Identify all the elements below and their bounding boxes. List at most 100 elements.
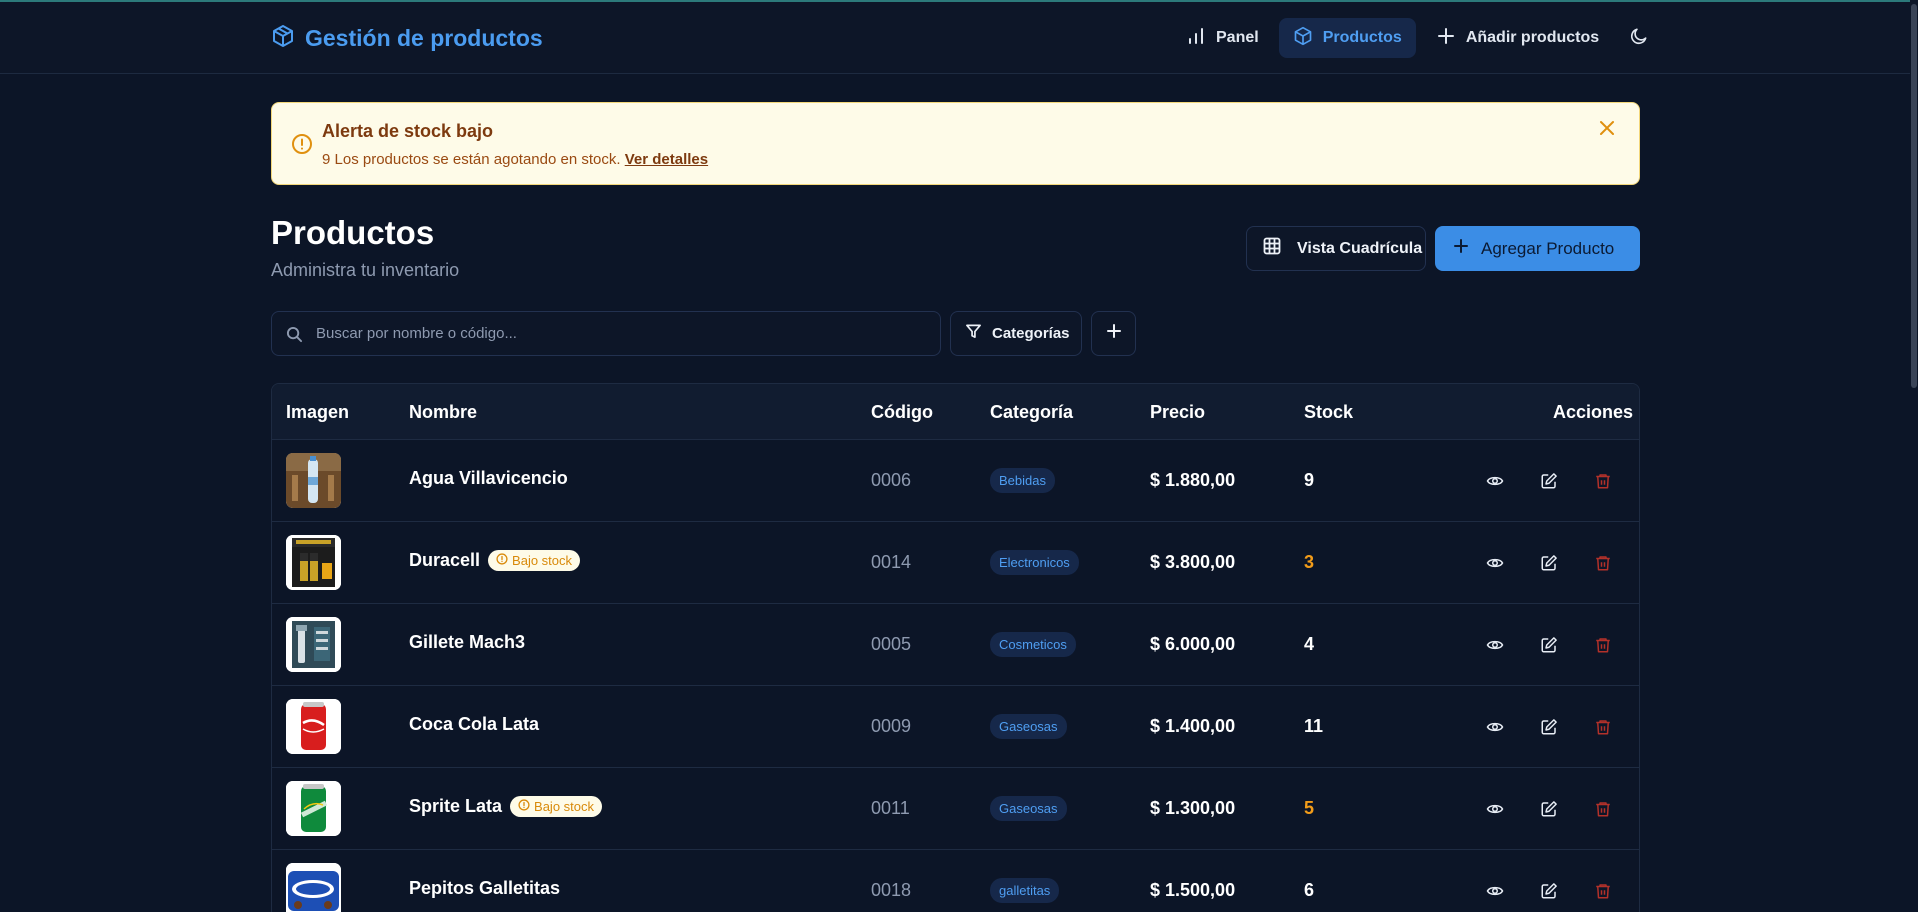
product-price: $ 1.300,00 bbox=[1150, 798, 1236, 818]
trash-icon[interactable] bbox=[1590, 632, 1616, 658]
header-actions: Acciones bbox=[1553, 402, 1634, 422]
header-stock: Stock bbox=[1304, 402, 1354, 422]
product-code: 0011 bbox=[871, 798, 910, 818]
header-price: Precio bbox=[1150, 402, 1206, 422]
product-image-water bbox=[286, 453, 341, 508]
header-image: Imagen bbox=[286, 402, 350, 422]
product-image-gillette bbox=[286, 617, 341, 672]
eye-icon[interactable] bbox=[1482, 796, 1508, 822]
trash-icon[interactable] bbox=[1590, 878, 1616, 904]
plus-icon bbox=[1453, 238, 1469, 259]
alert-title: Alerta de stock bajo bbox=[322, 121, 494, 141]
edit-icon[interactable] bbox=[1536, 878, 1562, 904]
product-image-duracell bbox=[286, 535, 341, 590]
category-badge: galletitas bbox=[990, 878, 1060, 903]
product-price: $ 3.800,00 bbox=[1150, 552, 1236, 572]
product-price: $ 1.500,00 bbox=[1150, 880, 1236, 900]
scrollbar-thumb[interactable] bbox=[1911, 4, 1917, 388]
grid-icon bbox=[1263, 237, 1281, 260]
search-icon bbox=[286, 326, 303, 348]
edit-icon[interactable] bbox=[1536, 632, 1562, 658]
search-input[interactable] bbox=[316, 312, 926, 355]
table-row: Coca Cola Lata 0009 Gaseosas $ 1.400,00 … bbox=[272, 686, 1639, 768]
filter-icon bbox=[965, 323, 982, 344]
product-stock: 9 bbox=[1304, 470, 1315, 490]
product-name-text: Pepitos Galletitas bbox=[409, 878, 561, 898]
nav-link-panel[interactable]: Panel bbox=[1172, 18, 1273, 58]
eye-icon[interactable] bbox=[1482, 550, 1508, 576]
trash-icon[interactable] bbox=[1590, 796, 1616, 822]
product-price: $ 1.400,00 bbox=[1150, 716, 1236, 736]
package-icon bbox=[1293, 26, 1313, 51]
moon-icon bbox=[1629, 26, 1649, 51]
product-price: $ 1.880,00 bbox=[1150, 470, 1236, 490]
edit-icon[interactable] bbox=[1536, 468, 1562, 494]
product-name: Agua Villavicencio bbox=[409, 468, 568, 489]
low-stock-badge-label: Bajo stock bbox=[534, 799, 595, 814]
edit-icon[interactable] bbox=[1536, 796, 1562, 822]
product-name-text: Gillete Mach3 bbox=[409, 632, 526, 652]
nav-link-productos[interactable]: Productos bbox=[1278, 18, 1416, 58]
close-icon[interactable] bbox=[1598, 119, 1616, 142]
product-name-text: Agua Villavicencio bbox=[409, 468, 568, 488]
bar-chart-icon bbox=[1186, 26, 1206, 51]
product-name-text: Duracell bbox=[409, 550, 481, 570]
plus-icon bbox=[1436, 26, 1456, 51]
category-badge: Gaseosas bbox=[990, 714, 1067, 739]
product-image-sprite bbox=[286, 781, 341, 836]
product-stock: 4 bbox=[1304, 634, 1315, 654]
product-name-text: Coca Cola Lata bbox=[409, 714, 540, 734]
header-name: Nombre bbox=[409, 402, 478, 422]
alert-circle-icon bbox=[291, 133, 313, 160]
trash-icon[interactable] bbox=[1590, 468, 1616, 494]
table-header: Imagen Nombre Código Categoría Precio St… bbox=[272, 384, 1639, 440]
nav-link-label: Añadir productos bbox=[1465, 29, 1600, 46]
nav-link-label: Panel bbox=[1216, 29, 1259, 46]
product-stock: 6 bbox=[1304, 880, 1315, 900]
table-row: Duracell Bajo stock 0014 Electronicos $ … bbox=[272, 522, 1639, 604]
category-badge: Bebidas bbox=[990, 468, 1055, 493]
low-stock-badge-label: Bajo stock bbox=[512, 553, 573, 568]
edit-icon[interactable] bbox=[1536, 714, 1562, 740]
category-badge: Cosmeticos bbox=[990, 632, 1076, 657]
product-price: $ 6.000,00 bbox=[1150, 634, 1236, 654]
grid-view-label: Vista Cuadrícula bbox=[1297, 239, 1423, 257]
product-name: Coca Cola Lata bbox=[409, 714, 539, 735]
theme-toggle-button[interactable] bbox=[1619, 18, 1659, 58]
eye-icon[interactable] bbox=[1482, 632, 1508, 658]
product-name: Duracell Bajo stock bbox=[409, 550, 581, 571]
product-code: 0009 bbox=[871, 716, 912, 736]
eye-icon[interactable] bbox=[1482, 714, 1508, 740]
package-icon bbox=[271, 24, 295, 53]
edit-icon[interactable] bbox=[1536, 550, 1562, 576]
product-code: 0005 bbox=[871, 634, 912, 654]
product-name: Pepitos Galletitas bbox=[409, 878, 560, 899]
brand[interactable]: Gestión de productos bbox=[271, 24, 543, 53]
alert-circle-icon bbox=[496, 553, 508, 568]
product-stock: 3 bbox=[1304, 552, 1315, 572]
eye-icon[interactable] bbox=[1482, 468, 1508, 494]
nav-link-add-products[interactable]: Añadir productos bbox=[1422, 18, 1613, 58]
search-box bbox=[271, 311, 941, 356]
low-stock-badge: Bajo stock bbox=[510, 796, 603, 817]
add-product-button[interactable]: Agregar Producto bbox=[1435, 226, 1640, 271]
trash-icon[interactable] bbox=[1590, 714, 1616, 740]
product-image-coca-cola bbox=[286, 699, 341, 754]
eye-icon[interactable] bbox=[1482, 878, 1508, 904]
table-row: Agua Villavicencio 0006 Bebidas $ 1.880,… bbox=[272, 440, 1639, 522]
product-name: Sprite Lata Bajo stock bbox=[409, 796, 603, 817]
header-code: Código bbox=[871, 402, 933, 422]
table-row: Gillete Mach3 0005 Cosmeticos $ 6.000,00… bbox=[272, 604, 1639, 686]
product-code: 0014 bbox=[871, 552, 912, 572]
product-code: 0006 bbox=[871, 470, 912, 490]
add-category-button[interactable] bbox=[1091, 311, 1136, 356]
alert-details-link[interactable]: Ver detalles bbox=[625, 151, 708, 168]
grid-view-button[interactable]: Vista Cuadrícula bbox=[1246, 226, 1426, 271]
navbar: Gestión de productos Panel Productos Aña… bbox=[0, 2, 1918, 74]
alert-message-text: 9 Los productos se están agotando en sto… bbox=[322, 151, 621, 168]
table-row: Pepitos Galletitas 0018 galletitas $ 1.5… bbox=[272, 850, 1639, 912]
trash-icon[interactable] bbox=[1590, 550, 1616, 576]
brand-title: Gestión de productos bbox=[305, 25, 543, 51]
product-code: 0018 bbox=[871, 880, 912, 900]
categories-filter-button[interactable]: Categorías bbox=[950, 311, 1082, 356]
